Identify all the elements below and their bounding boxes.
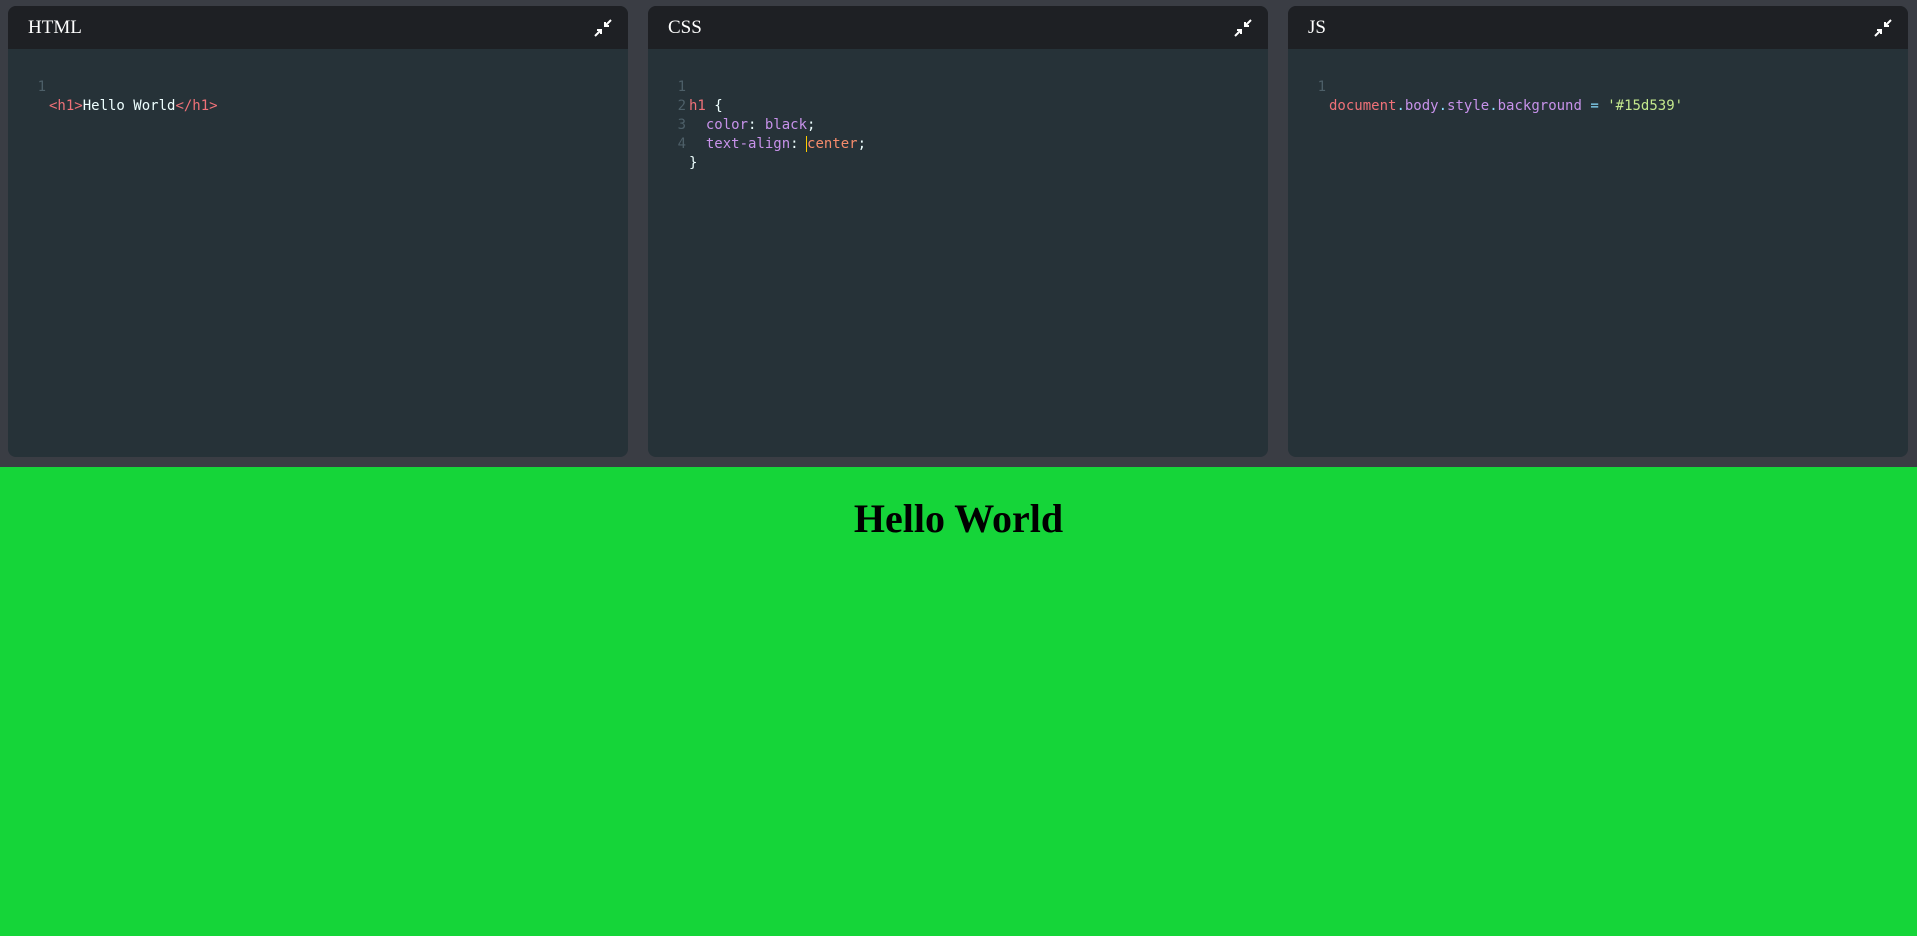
code-token: </h1> (175, 98, 218, 114)
css-editor-title: CSS (668, 17, 702, 38)
html-code-editor[interactable]: 1 <h1>Hello World</h1> (8, 59, 628, 114)
code-token: } (689, 155, 698, 171)
js-editor-title: JS (1308, 17, 1326, 38)
html-editor-pane: HTML 1 <h1>Hello World</h1> (8, 6, 628, 457)
preview-frame: Hello World (0, 467, 1917, 936)
code-line: 1 <h1>Hello World</h1> (8, 59, 628, 114)
code-token: Hello World (82, 98, 176, 114)
code-token: . (1438, 98, 1448, 114)
collapse-icon[interactable] (1234, 19, 1252, 37)
code-token: background (1497, 98, 1582, 114)
code-token: = (1581, 98, 1608, 114)
html-editor-title: HTML (28, 17, 82, 38)
code-token: document (1329, 98, 1397, 114)
collapse-icon[interactable] (1874, 19, 1892, 37)
code-token: . (1489, 98, 1498, 114)
js-editor-pane: JS 1 document.body.style.background = '#… (1288, 6, 1908, 457)
code-token: ; (857, 136, 867, 152)
code-token: : (790, 136, 808, 152)
collapse-icon[interactable] (594, 19, 612, 37)
code-line: 1 document.body.style.background = '#15d… (1288, 59, 1908, 114)
html-editor-header: HTML (8, 6, 628, 49)
line-number: 4 (677, 136, 686, 152)
code-token: body (1404, 98, 1439, 114)
js-code-editor[interactable]: 1 document.body.style.background = '#15d… (1288, 59, 1908, 114)
js-editor-header: JS (1288, 6, 1908, 49)
editor-area: HTML 1 <h1>Hello World</h1> CSS 1 h1 {2… (0, 0, 1917, 467)
line-number: 1 (1317, 79, 1326, 95)
css-code-editor[interactable]: 1 h1 { 2 color: black; 3 text-align: cen… (648, 59, 1268, 171)
css-editor-pane: CSS 1 h1 { 2 color: black; 3 text-align:… (648, 6, 1268, 457)
code-token: <h1> (49, 98, 83, 114)
code-token: . (1396, 98, 1405, 114)
css-editor-header: CSS (648, 6, 1268, 49)
code-line: 1 h1 { (648, 59, 1268, 114)
code-token: '#15d539' (1607, 98, 1684, 114)
line-number: 1 (37, 79, 46, 95)
code-line: 3 text-align: center; (648, 97, 1268, 152)
code-token: style (1447, 98, 1490, 114)
preview-heading: Hello World (853, 496, 1064, 541)
code-line: 4 } (648, 116, 1268, 171)
code-line: 2 color: black; (648, 78, 1268, 133)
code-token: center (807, 136, 858, 152)
